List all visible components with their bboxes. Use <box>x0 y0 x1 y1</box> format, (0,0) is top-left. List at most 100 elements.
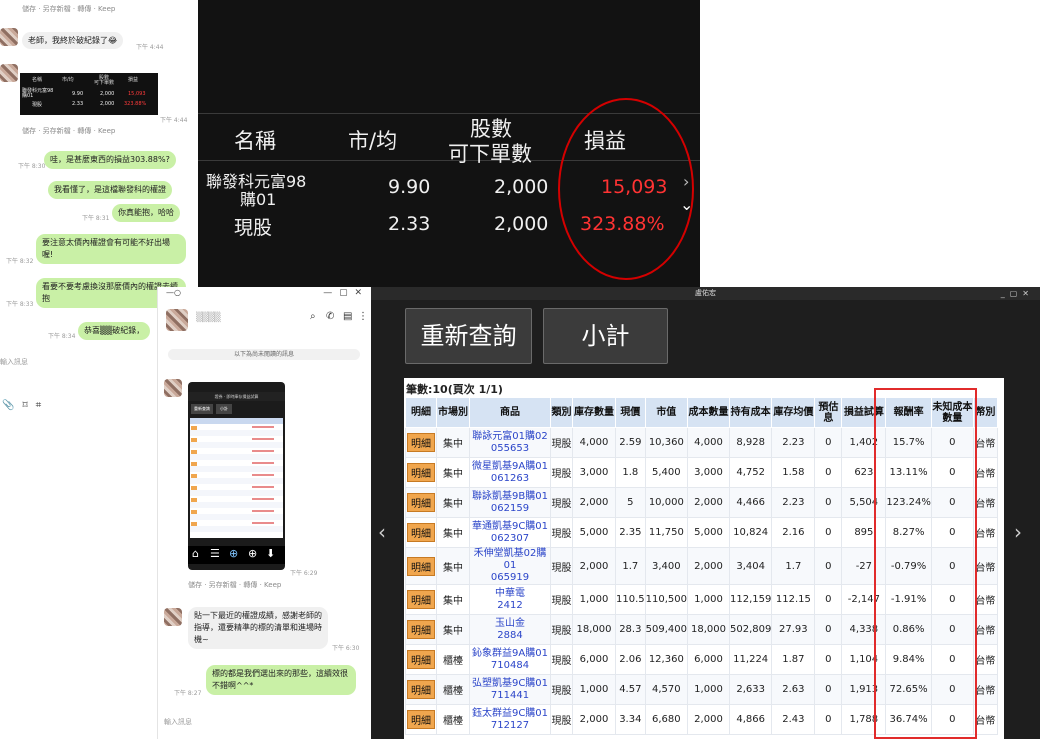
message-time: 下午 8:27 <box>174 690 202 697</box>
product-name: 聯詠元富01購02 <box>472 430 548 442</box>
message-actions[interactable]: 儲存 · 另存新檔 · 轉傳 · Keep <box>22 126 115 136</box>
product-link[interactable]: 聯詠凱基9B購01 062159 <box>470 491 550 515</box>
detail-button[interactable]: 明細 <box>407 650 435 669</box>
chat-message-out: 恭喜▒▒破紀錄， <box>78 322 151 340</box>
cost-qty-cell: 5,000 <box>687 517 730 548</box>
window-controls[interactable]: _▢✕ <box>1001 287 1034 300</box>
avatar[interactable] <box>164 608 182 626</box>
avg-price-cell: 27.93 <box>771 614 816 645</box>
product-code: 712127 <box>490 719 530 731</box>
crop-icon[interactable]: ⌗ <box>36 400 42 411</box>
message-input[interactable]: 輸入訊息 <box>164 717 192 727</box>
avatar[interactable] <box>0 28 18 46</box>
product-link[interactable]: 弘塑凱基9C購01 711441 <box>470 678 550 702</box>
attach-icon[interactable]: 📎 <box>2 400 14 411</box>
mini-header: 名稱 <box>32 77 43 83</box>
product-cell: 弘塑凱基9C購01 711441 <box>469 674 551 705</box>
message-actions[interactable]: 儲存 · 另存新檔 · 轉傳 · Keep <box>22 4 115 14</box>
message-time: 下午 4:44 <box>136 44 164 51</box>
cost-qty-cell: 18,000 <box>687 614 730 645</box>
qty-value: 2,000 <box>494 213 549 235</box>
detail-button[interactable]: 明細 <box>407 463 435 482</box>
dividend-cell: 0 <box>814 614 843 645</box>
product-link[interactable]: 華通凱基9C購01 062307 <box>470 521 550 545</box>
type-cell: 現股 <box>550 704 573 735</box>
next-page-arrow[interactable]: › <box>1014 520 1022 544</box>
bookmark-icon[interactable]: ⌑ <box>22 400 27 411</box>
message-actions[interactable]: 儲存 · 另存新檔 · 轉傳 · Keep <box>188 580 281 590</box>
product-cell: 禾伸堂凱基02購01 065919 <box>469 547 551 585</box>
requery-button[interactable]: 重新查詢 <box>405 308 532 364</box>
message-input[interactable]: 輸入訊息 <box>0 357 28 367</box>
product-name: 弘塑凱基9C購01 <box>471 677 549 689</box>
product-code: 065919 <box>490 572 530 583</box>
avatar[interactable] <box>164 379 182 397</box>
value-cell: 10,360 <box>644 427 689 458</box>
detail-button[interactable]: 明細 <box>407 590 435 609</box>
column-header: 市場別 <box>436 397 470 428</box>
phone-icon[interactable]: ✆ <box>326 311 334 322</box>
contact-name: ▒▒▒▒ <box>196 313 221 323</box>
dividend-cell: 0 <box>814 644 843 675</box>
type-cell: 現股 <box>550 614 573 645</box>
detail-button[interactable]: 明細 <box>407 523 435 542</box>
product-name: 鈊象群益9A購01 <box>472 647 548 659</box>
shared-phone-screenshot[interactable]: 證券 · 即時庫存損益試算 重新查詢 小計 ⌂ ☰ ⊕ ⊕ ⬇ <box>188 382 285 570</box>
product-link[interactable]: 微星凱基9A購01 061263 <box>470 461 550 485</box>
message-time: 下午 8:34 <box>48 333 76 340</box>
type-cell: 現股 <box>550 584 573 615</box>
dividend-cell: 0 <box>814 674 843 705</box>
window-titlebar: —○ — ▢ ✕ <box>158 287 371 303</box>
dividend-cell: 0 <box>814 547 843 585</box>
product-link[interactable]: 玉山金 2884 <box>470 618 550 642</box>
product-cell: 微星凱基9A購01 061263 <box>469 457 551 488</box>
product-link[interactable]: 禾伸堂凱基02購01 065919 <box>470 548 550 584</box>
detail-cell: 明細 <box>405 517 437 548</box>
detail-button[interactable]: 明細 <box>407 620 435 639</box>
message-time: 下午 8:30 <box>18 163 46 170</box>
product-name: 微星凱基9A購01 <box>472 460 548 472</box>
window-controls[interactable]: — ▢ ✕ <box>323 288 364 298</box>
qty-cell: 2,000 <box>572 547 616 585</box>
product-cell: 中華電 2412 <box>469 584 551 615</box>
column-header: 商品 <box>469 397 551 428</box>
qty-cell: 18,000 <box>572 614 616 645</box>
avg-price-cell: 2.63 <box>771 674 816 705</box>
mini-header: 損益 <box>128 77 139 83</box>
product-link[interactable]: 鈺太群益9C購01 712127 <box>470 708 550 732</box>
message-time: 下午 8:32 <box>6 258 34 265</box>
shared-screenshot-thumbnail[interactable]: 名稱 市/均 股數 可下單數 損益 聯發科元富98 購01 9.90 2,000… <box>20 73 158 115</box>
window-drag-handle[interactable]: —○ <box>166 288 181 297</box>
subtotal-button[interactable]: 小計 <box>543 308 668 364</box>
product-code: 062307 <box>490 532 530 544</box>
mini-cell: 2,000 <box>100 91 115 97</box>
detail-button[interactable]: 明細 <box>407 680 435 699</box>
mini-cell: 9.90 <box>72 91 84 97</box>
detail-button[interactable]: 明細 <box>407 710 435 729</box>
type-cell: 現股 <box>550 427 573 458</box>
detail-cell: 明細 <box>405 644 437 675</box>
market-cell: 集中 <box>436 457 470 488</box>
note-icon[interactable]: ▤ <box>343 311 352 322</box>
chat-message-out: 我看懂了，是這檔聯發科的權證 <box>48 181 172 199</box>
dividend-cell: 0 <box>814 457 843 488</box>
more-icon[interactable]: ⋮ <box>358 311 368 322</box>
column-header: 名稱 <box>234 129 276 153</box>
product-link[interactable]: 中華電 2412 <box>470 588 550 612</box>
detail-button[interactable]: 明細 <box>407 556 435 576</box>
product-link[interactable]: 聯詠元富01購02 055653 <box>470 431 550 455</box>
avatar[interactable] <box>0 64 18 82</box>
prev-page-arrow[interactable]: ‹ <box>378 520 386 544</box>
column-header: 市值 <box>644 397 689 428</box>
message-time: 下午 6:30 <box>332 645 360 652</box>
product-name: 禾伸堂凱基02購01 <box>473 548 547 571</box>
detail-button[interactable]: 明細 <box>407 433 435 452</box>
avg-price-cell: 2.16 <box>771 517 816 548</box>
avatar[interactable] <box>166 309 188 331</box>
product-code: 711441 <box>490 689 530 701</box>
product-link[interactable]: 鈊象群益9A購01 710484 <box>470 648 550 672</box>
search-icon[interactable]: ⌕ <box>310 311 316 322</box>
value-cell: 110,500 <box>644 584 689 615</box>
detail-button[interactable]: 明細 <box>407 493 435 512</box>
product-cell: 聯詠元富01購02 055653 <box>469 427 551 458</box>
